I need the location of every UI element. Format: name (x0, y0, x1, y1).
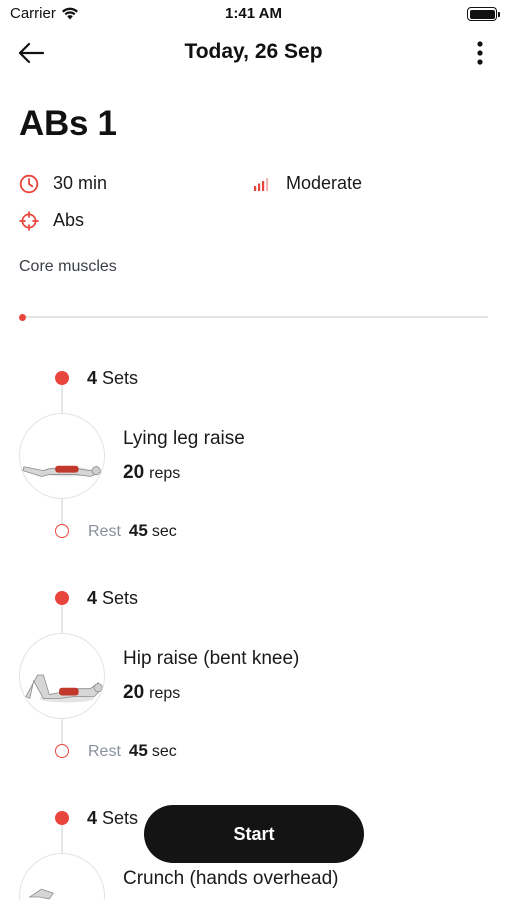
battery-icon (467, 7, 500, 21)
reps-word: reps (149, 465, 181, 482)
sets-word: Sets (102, 808, 139, 828)
sets-label: 4 Sets (87, 808, 138, 829)
sets-count: 4 (87, 368, 98, 388)
sets-marker (55, 811, 69, 825)
sets-count: 4 (87, 588, 98, 608)
target-info: Abs (19, 210, 84, 231)
sets-count: 4 (87, 808, 98, 828)
reps-count: 20 (123, 682, 145, 703)
status-time: 1:41 AM (225, 5, 282, 22)
status-bar: Carrier 1:41 AM (0, 0, 507, 28)
more-options-button[interactable] (465, 38, 495, 68)
exercise-thumbnail[interactable] (19, 413, 105, 499)
reps-word: reps (149, 685, 181, 702)
reps-count: 20 (123, 462, 145, 483)
timeline-line (61, 718, 63, 745)
workout-title: ABs 1 (19, 104, 117, 143)
clock-icon (19, 174, 39, 194)
exercise-name: Hip raise (bent knee) (123, 648, 300, 669)
timeline-line (61, 605, 63, 635)
progress-track (22, 316, 488, 318)
rest-unit: sec (151, 523, 177, 540)
rest-seconds: 45 (128, 741, 148, 760)
signal-bars-icon (252, 174, 272, 194)
rest-marker (55, 524, 69, 538)
page-title: Today, 26 Sep (184, 40, 323, 63)
difficulty-value: Moderate (286, 173, 363, 193)
nav-bar: Today, 26 Sep (0, 30, 507, 76)
exercise-figure-icon (25, 674, 103, 703)
sets-label: 4 Sets (87, 368, 138, 389)
progress-dot (19, 314, 26, 321)
target-value: Abs (53, 210, 85, 230)
muscles-label: Core muscles (19, 258, 117, 275)
rest-seconds: 45 (128, 521, 148, 540)
rest-marker (55, 744, 69, 758)
rest-info: Rest 45 sec (88, 741, 177, 761)
exercise-name: Lying leg raise (123, 428, 245, 449)
exercise-reps: 20 reps (123, 682, 180, 704)
start-button[interactable]: Start (144, 805, 364, 863)
more-vertical-icon (477, 41, 483, 65)
timeline-line (61, 825, 63, 855)
exercise-thumbnail[interactable] (19, 853, 105, 900)
sets-marker (55, 591, 69, 605)
exercise-reps: 20 reps (123, 462, 180, 484)
rest-label: Rest (88, 743, 121, 760)
exercise-thumbnail[interactable] (19, 633, 105, 719)
duration-info: 30 min (19, 173, 107, 194)
rest-label: Rest (88, 523, 121, 540)
crosshair-icon (19, 210, 39, 231)
exercise-figure-icon (22, 465, 101, 477)
difficulty-info: Moderate (252, 173, 362, 194)
exercise-name: Crunch (hands overhead) (123, 868, 339, 889)
timeline-line (61, 498, 63, 525)
exercise-figure-icon (28, 888, 54, 900)
sets-marker (55, 371, 69, 385)
sets-label: 4 Sets (87, 588, 138, 609)
sets-word: Sets (102, 368, 139, 388)
rest-unit: sec (151, 743, 177, 760)
sets-word: Sets (102, 588, 139, 608)
duration-value: 30 min (53, 173, 108, 193)
timeline-line (61, 385, 63, 415)
rest-info: Rest 45 sec (88, 521, 177, 541)
